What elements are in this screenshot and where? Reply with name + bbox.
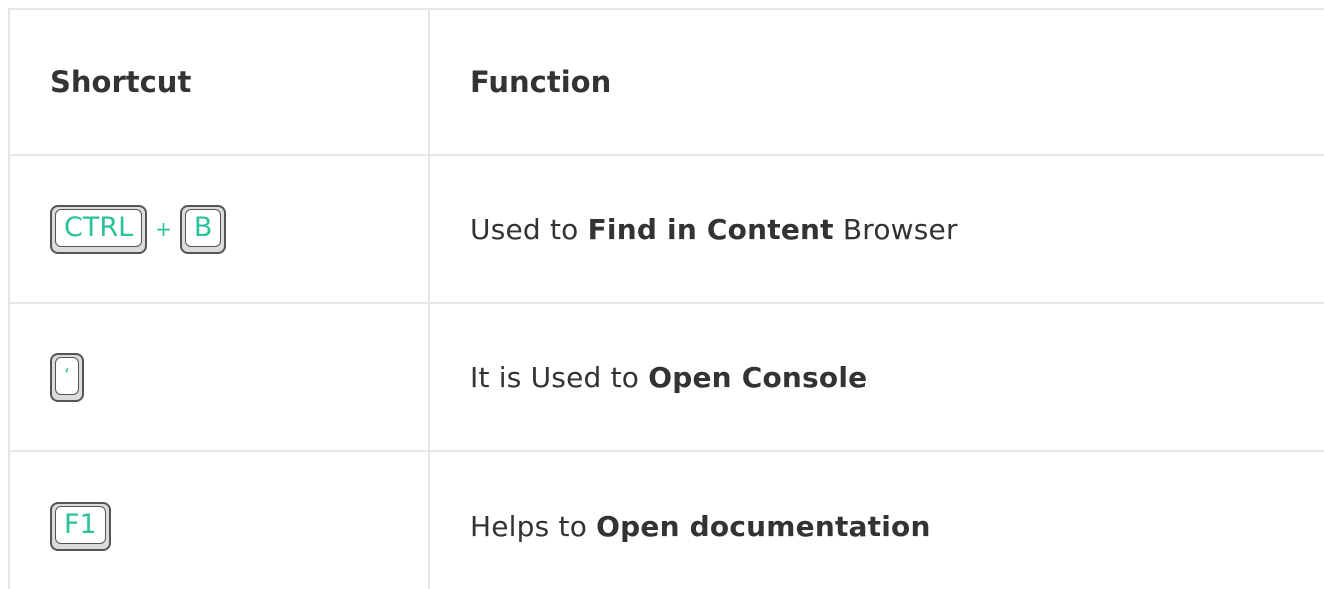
keycap-ctrl: CTRL xyxy=(50,204,148,254)
header-cell-function: Function xyxy=(430,10,1324,156)
function-prefix: It is Used to xyxy=(470,360,649,394)
keycap-label: ‘ xyxy=(55,356,79,395)
plus-separator: + xyxy=(155,217,172,241)
table-row-1-shortcut: CTRL + B xyxy=(10,156,430,304)
keycap-b: B xyxy=(179,204,227,254)
keycap-backtick: ‘ xyxy=(50,352,84,402)
function-description: Helps to Open documentation xyxy=(470,510,931,543)
key-combo: F1 xyxy=(50,501,111,551)
shortcuts-table: Shortcut Function CTRL + B Used to Find … xyxy=(8,8,1324,589)
table-row-2-function: It is Used to Open Console xyxy=(430,304,1324,452)
function-bold: Open documentation xyxy=(596,509,931,543)
table-row-1-function: Used to Find in Content Browser xyxy=(430,156,1324,304)
keycap-f1: F1 xyxy=(50,501,111,551)
function-bold: Find in Content xyxy=(587,212,834,246)
function-prefix: Helps to xyxy=(470,509,597,543)
keycap-label: CTRL xyxy=(55,208,143,247)
key-combo: ‘ xyxy=(50,352,84,402)
key-combo: CTRL + B xyxy=(50,204,227,254)
table-row-3-shortcut: F1 xyxy=(10,452,430,589)
table-row-3-function: Helps to Open documentation xyxy=(430,452,1324,589)
header-function: Function xyxy=(470,65,612,99)
header-cell-shortcut: Shortcut xyxy=(10,10,430,156)
keycap-label: B xyxy=(184,208,222,247)
function-description: Used to Find in Content Browser xyxy=(470,213,958,246)
function-prefix: Used to xyxy=(470,212,588,246)
function-suffix: Browser xyxy=(833,212,958,246)
function-description: It is Used to Open Console xyxy=(470,361,867,394)
page: Shortcut Function CTRL + B Used to Find … xyxy=(0,0,1324,589)
table-row-2-shortcut: ‘ xyxy=(10,304,430,452)
function-bold: Open Console xyxy=(648,360,868,394)
header-shortcut: Shortcut xyxy=(50,65,192,99)
keycap-label: F1 xyxy=(55,505,106,544)
